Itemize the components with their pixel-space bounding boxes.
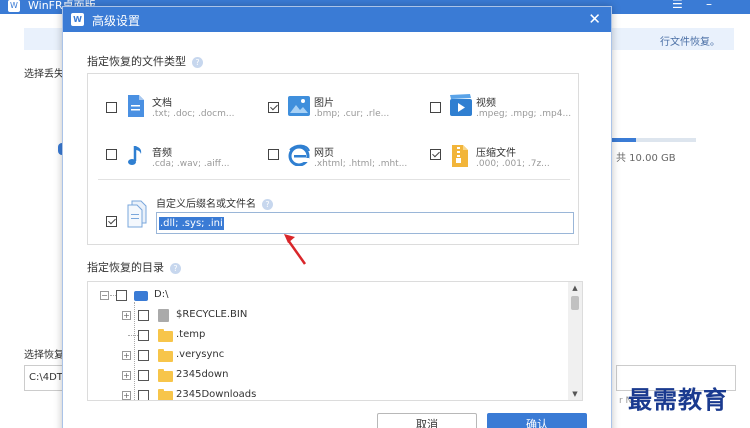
- audio-name: 音频: [152, 148, 172, 159]
- document-ext: .txt; .doc; .docm...: [152, 109, 235, 119]
- advanced-settings-dialog: W 高级设置 ✕ 指定恢复的文件类型? 文档 .txt; .doc; .docm…: [62, 6, 612, 428]
- custom-extension-value: .dll; .sys; .ini: [159, 217, 224, 230]
- custom-help-icon[interactable]: ?: [262, 198, 273, 210]
- tree-item[interactable]: + .verysync: [88, 348, 568, 364]
- webpage-icon: [288, 144, 310, 166]
- video-icon: [450, 94, 472, 116]
- archive-icon: [452, 145, 468, 167]
- video-name: 视频: [476, 98, 496, 109]
- picture-checkbox[interactable]: [268, 102, 279, 113]
- picture-icon: [288, 96, 310, 116]
- close-icon[interactable]: ✕: [588, 10, 601, 28]
- recycle-bin-icon: [158, 309, 169, 322]
- help-icon[interactable]: ?: [192, 56, 203, 68]
- custom-extension-input[interactable]: .dll; .sys; .ini: [156, 212, 574, 234]
- tree-item-checkbox[interactable]: [138, 370, 149, 381]
- folder-icon: [158, 389, 173, 400]
- file-types-label: 指定恢复的文件类型?: [87, 53, 203, 69]
- tree-line: [128, 335, 138, 336]
- folder-icon: [158, 369, 173, 382]
- picture-ext: .bmp; .cur; .rle...: [314, 109, 390, 119]
- expand-icon[interactable]: +: [122, 371, 131, 380]
- music-icon: [128, 146, 142, 165]
- directory-label-text: 指定恢复的目录: [87, 261, 164, 274]
- video-ext: .mpeg; .mpg; .mp4...: [476, 109, 572, 119]
- tree-scrollbar[interactable]: ▲ ▼: [568, 282, 582, 400]
- folder-icon: [158, 329, 173, 342]
- confirm-button[interactable]: 确认: [487, 413, 587, 428]
- scroll-thumb[interactable]: [571, 296, 579, 310]
- tree-item[interactable]: .temp: [88, 328, 568, 344]
- audio-checkbox[interactable]: [106, 149, 117, 160]
- file-type-document[interactable]: 文档 .txt; .doc; .docm...: [106, 94, 266, 134]
- app-logo-icon: W: [8, 0, 20, 12]
- file-type-picture[interactable]: 图片 .bmp; .cur; .rle...: [268, 94, 428, 134]
- file-types-box: 文档 .txt; .doc; .docm... 图片 .bmp; .cur; .…: [87, 73, 579, 245]
- expand-icon[interactable]: +: [122, 311, 131, 320]
- archive-name: 压缩文件: [476, 148, 516, 159]
- directory-label: 指定恢复的目录?: [87, 259, 181, 275]
- notice-text: 行文件恢复。: [660, 37, 720, 48]
- drive-icon: [134, 291, 148, 301]
- folder-icon: [158, 349, 173, 362]
- tree-item[interactable]: + 2345down: [88, 368, 568, 384]
- expand-icon[interactable]: +: [122, 391, 131, 400]
- dir-help-icon[interactable]: ?: [170, 262, 181, 274]
- document-checkbox[interactable]: [106, 102, 117, 113]
- file-type-archive[interactable]: 压缩文件 .000; .001; .7z...: [430, 144, 590, 184]
- custom-label: 自定义后缀名或文件名?: [156, 195, 273, 210]
- collapse-icon[interactable]: −: [100, 291, 109, 300]
- tree-item-label: $RECYCLE.BIN: [176, 309, 248, 320]
- tree-item-label: .temp: [176, 329, 206, 340]
- file-type-audio[interactable]: 音频 .cda; .wav; .aiff...: [106, 144, 266, 184]
- audio-ext: .cda; .wav; .aiff...: [152, 159, 230, 169]
- dialog-header: W 高级设置 ✕: [63, 7, 611, 32]
- cancel-button[interactable]: 取消: [377, 413, 477, 428]
- file-type-webpage[interactable]: 网页 .xhtml; .html; .mht...: [268, 144, 428, 184]
- tree-item-label: .verysync: [176, 349, 225, 360]
- recover-path-input[interactable]: C:\4DT: [24, 365, 64, 391]
- custom-checkbox[interactable]: [106, 216, 117, 227]
- webpage-checkbox[interactable]: [268, 149, 279, 160]
- dialog-title: 高级设置: [92, 14, 141, 28]
- tree-root-row[interactable]: − D:\: [88, 288, 568, 304]
- tree-item-checkbox[interactable]: [138, 330, 149, 341]
- tree-item-checkbox[interactable]: [138, 390, 149, 400]
- scroll-up-icon[interactable]: ▲: [568, 282, 582, 294]
- video-checkbox[interactable]: [430, 102, 441, 113]
- document-name: 文档: [152, 98, 172, 109]
- expand-icon[interactable]: +: [122, 351, 131, 360]
- archive-checkbox[interactable]: [430, 149, 441, 160]
- root-label: D:\: [154, 289, 169, 300]
- picture-name: 图片: [314, 98, 334, 109]
- watermark-text: 最需教育: [628, 385, 728, 414]
- tree-item-label: 2345down: [176, 369, 229, 380]
- lost-location-label: 选择丢失: [24, 69, 64, 80]
- webpage-name: 网页: [314, 148, 334, 159]
- minimize-icon[interactable]: –: [706, 0, 712, 11]
- dialog-logo-icon: W: [71, 13, 84, 26]
- root-checkbox[interactable]: [116, 290, 127, 301]
- scroll-down-icon[interactable]: ▼: [568, 388, 582, 400]
- types-divider: [98, 179, 570, 180]
- document-icon: [128, 95, 144, 117]
- archive-ext: .000; .001; .7z...: [476, 159, 550, 169]
- tree-item[interactable]: + $RECYCLE.BIN: [88, 308, 568, 324]
- custom-file-icon: [127, 200, 147, 228]
- tree-item[interactable]: + 2345Downloads: [88, 388, 568, 400]
- webpage-ext: .xhtml; .html; .mht...: [314, 159, 408, 169]
- custom-label-text: 自定义后缀名或文件名: [156, 199, 256, 210]
- recover-to-label: 选择恢复: [24, 350, 64, 361]
- red-arrow-annotation: [284, 234, 307, 265]
- directory-tree: − D:\ + $RECYCLE.BIN .temp + .verysync +: [87, 281, 583, 401]
- file-types-label-text: 指定恢复的文件类型: [87, 55, 186, 68]
- tree-item-checkbox[interactable]: [138, 310, 149, 321]
- file-type-video[interactable]: 视频 .mpeg; .mpg; .mp4...: [430, 94, 590, 134]
- menu-icon[interactable]: ☰: [672, 0, 683, 11]
- tree-item-checkbox[interactable]: [138, 350, 149, 361]
- tree-item-label: 2345Downloads: [176, 389, 257, 400]
